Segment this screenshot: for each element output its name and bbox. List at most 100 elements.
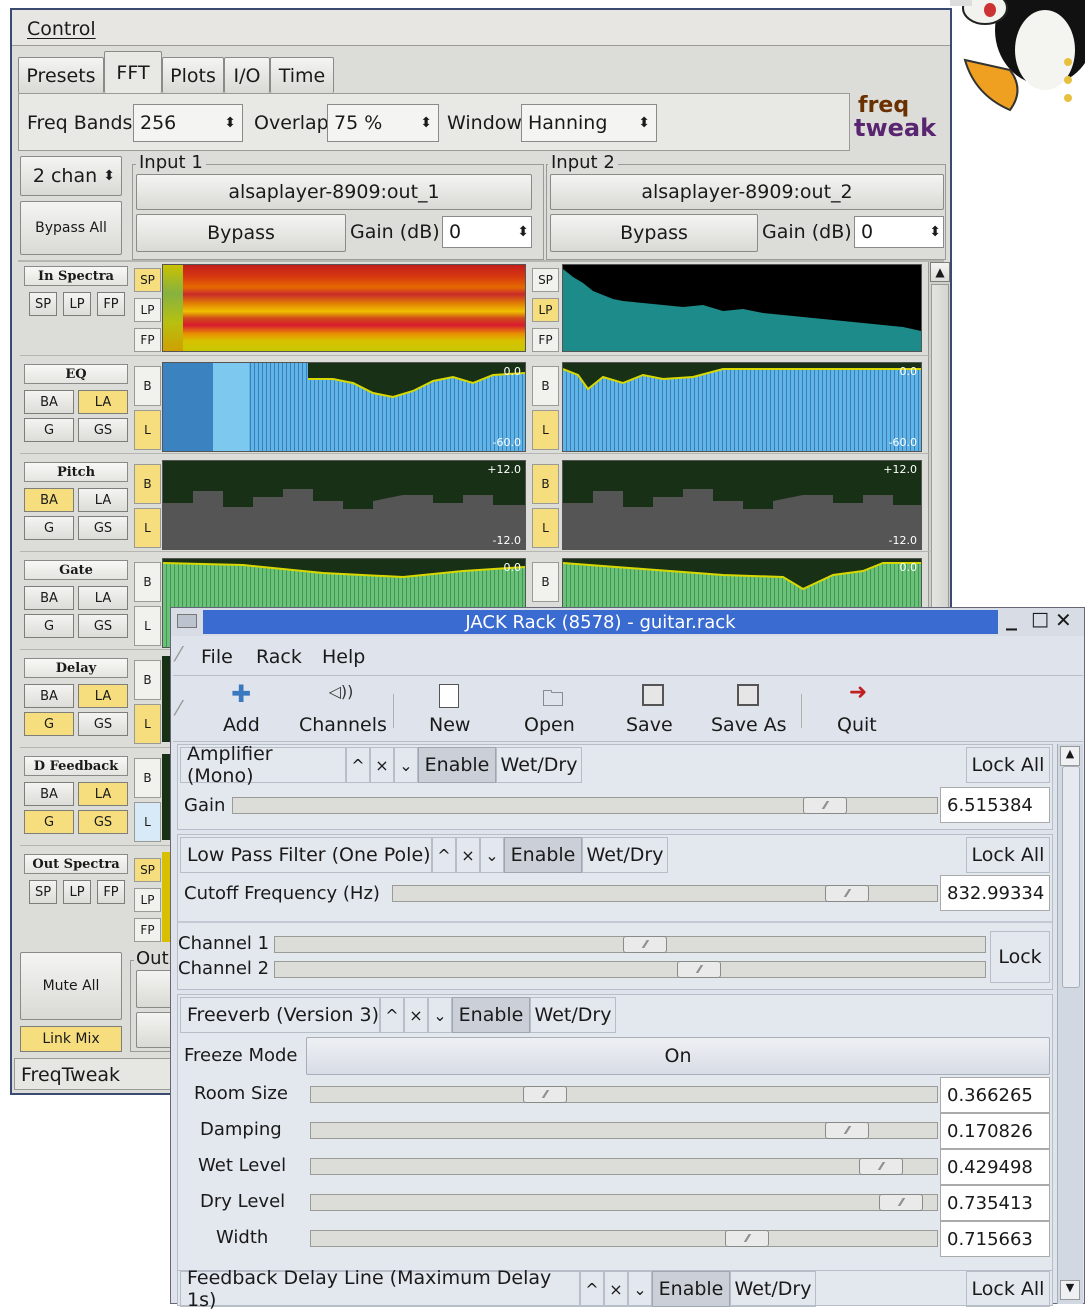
save-as-button[interactable]: Save As [703, 680, 793, 738]
cutoff-value[interactable]: 832.99334 [940, 875, 1050, 911]
maximize-icon[interactable]: □ [1031, 608, 1049, 630]
delay1-b-tag[interactable]: B [134, 660, 161, 700]
in1-sp-tag[interactable]: SP [134, 268, 161, 292]
move-up-icon[interactable]: ^ [346, 747, 370, 783]
wet-level-slider[interactable]: ⁄⁄⁄ [310, 1158, 938, 1175]
eq2-b-tag[interactable]: B [532, 366, 559, 406]
eq-ba-button[interactable]: BA [24, 390, 74, 414]
width-value[interactable]: 0.715663 [940, 1221, 1050, 1257]
input1-bypass-button[interactable]: Bypass [136, 214, 346, 252]
pitch1-b-tag[interactable]: B [134, 464, 161, 504]
wetdry-toggle[interactable]: Wet/Dry [496, 747, 582, 783]
menu-rack[interactable]: Rack [256, 646, 302, 668]
scroll-up-icon[interactable]: ▲ [930, 262, 950, 282]
eq-la-button[interactable]: LA [78, 390, 128, 414]
enable-toggle[interactable]: Enable [418, 747, 496, 783]
input1-port-button[interactable]: alsaplayer-8909:out_1 [136, 174, 532, 210]
in2-fp-tag[interactable]: FP [532, 328, 559, 352]
move-down-icon[interactable]: ⌄ [628, 1271, 652, 1307]
slider-thumb[interactable]: ⁄⁄⁄ [879, 1194, 923, 1211]
menu-file[interactable]: File [201, 646, 233, 668]
delay-g-button[interactable]: G [24, 712, 74, 736]
enable-toggle[interactable]: Enable [504, 837, 582, 873]
gate-ba-button[interactable]: BA [24, 586, 74, 610]
spin-arrows-icon[interactable]: ⬍ [517, 224, 529, 240]
delay-ba-button[interactable]: BA [24, 684, 74, 708]
wet-level-value[interactable]: 0.429498 [940, 1149, 1050, 1185]
slider-thumb[interactable]: ⁄⁄⁄ [859, 1158, 903, 1175]
room-size-value[interactable]: 0.366265 [940, 1077, 1050, 1113]
spin-arrows-icon[interactable]: ⬍ [638, 115, 650, 131]
eq1-l-tag[interactable]: L [134, 410, 161, 450]
minimize-icon[interactable]: _ [1006, 606, 1017, 631]
slider-thumb[interactable]: ⁄⁄⁄ [825, 1122, 869, 1139]
window-menu-icon[interactable] [177, 614, 197, 628]
delay-la-button[interactable]: LA [78, 684, 128, 708]
channels-button[interactable]: ◁)) Channels [291, 680, 391, 738]
move-down-icon[interactable]: ⌄ [480, 837, 504, 873]
move-down-icon[interactable]: ⌄ [394, 747, 418, 783]
wetdry-toggle[interactable]: Wet/Dry [530, 997, 616, 1033]
move-up-icon[interactable]: ^ [432, 837, 456, 873]
out1-lp-tag[interactable]: LP [134, 888, 161, 912]
remove-icon[interactable]: × [370, 747, 394, 783]
eq2-l-tag[interactable]: L [532, 410, 559, 450]
lock-all-toggle[interactable]: Lock All [966, 1271, 1050, 1307]
rack-scrollbar[interactable]: ▲ ▼ [1057, 744, 1083, 1304]
tab-fft[interactable]: FFT [104, 51, 162, 93]
in-spectra-sp-button[interactable]: SP [29, 292, 57, 316]
window-select[interactable]: Hanning ⬍ [521, 104, 657, 142]
channel1-slider[interactable]: ⁄⁄⁄ [274, 936, 986, 953]
remove-icon[interactable]: × [456, 837, 480, 873]
gain-value[interactable]: 6.515384 [940, 787, 1050, 823]
gain-slider[interactable]: ⁄⁄⁄ [232, 797, 938, 814]
save-button[interactable]: Save [618, 680, 688, 738]
slider-thumb[interactable]: ⁄⁄⁄ [825, 885, 869, 902]
delay-gs-button[interactable]: GS [78, 712, 128, 736]
in2-lp-tag[interactable]: LP [532, 298, 559, 322]
eq-gs-button[interactable]: GS [78, 418, 128, 442]
gate1-b-tag[interactable]: B [134, 562, 161, 602]
gate-g-button[interactable]: G [24, 614, 74, 638]
pitch-ba-button[interactable]: BA [24, 488, 74, 512]
out-spectra-fp-button[interactable]: FP [97, 880, 125, 904]
in-spectra-fp-button[interactable]: FP [97, 292, 125, 316]
pitch2-b-tag[interactable]: B [532, 464, 559, 504]
cutoff-slider[interactable]: ⁄⁄⁄ [392, 885, 938, 902]
move-down-icon[interactable]: ⌄ [428, 997, 452, 1033]
tab-presets[interactable]: Presets [18, 57, 104, 93]
delay1-l-tag[interactable]: L [134, 704, 161, 744]
input2-port-button[interactable]: alsaplayer-8909:out_2 [550, 174, 944, 210]
pitch-la-button[interactable]: LA [78, 488, 128, 512]
out1-fp-tag[interactable]: FP [134, 918, 161, 942]
freq-bands-spinner[interactable]: 256 ⬍ [133, 104, 243, 142]
freeze-mode-toggle[interactable]: On [306, 1037, 1050, 1075]
spin-arrows-icon[interactable]: ⬍ [929, 224, 941, 240]
enable-toggle[interactable]: Enable [452, 997, 530, 1033]
pitch2-l-tag[interactable]: L [532, 508, 559, 548]
tab-time[interactable]: Time [270, 57, 334, 93]
in2-sp-tag[interactable]: SP [532, 268, 559, 292]
slider-thumb[interactable]: ⁄⁄⁄ [803, 797, 847, 814]
move-up-icon[interactable]: ^ [580, 1271, 604, 1307]
scroll-down-icon[interactable]: ▼ [1060, 1280, 1080, 1300]
mute-all-button[interactable]: Mute All [20, 952, 122, 1020]
remove-icon[interactable]: × [604, 1271, 628, 1307]
input2-gain-input[interactable]: 0 ⬍ [854, 216, 944, 248]
dfeedback-la-button[interactable]: LA [78, 782, 128, 806]
link-mix-button[interactable]: Link Mix [20, 1026, 122, 1052]
input1-gain-input[interactable]: 0 ⬍ [442, 216, 532, 248]
eq-g-button[interactable]: G [24, 418, 74, 442]
pitch-gs-button[interactable]: GS [78, 516, 128, 540]
scroll-up-icon[interactable]: ▲ [1060, 746, 1080, 766]
room-size-slider[interactable]: ⁄⁄⁄ [310, 1086, 938, 1103]
out-spectra-lp-button[interactable]: LP [63, 880, 91, 904]
control-menu[interactable]: Control [27, 18, 96, 40]
dfeedback1-l-tag[interactable]: L [134, 802, 161, 842]
lock-all-toggle[interactable]: Lock All [966, 747, 1050, 783]
enable-toggle[interactable]: Enable [652, 1271, 730, 1307]
damping-slider[interactable]: ⁄⁄⁄ [310, 1122, 938, 1139]
spin-arrows-icon[interactable]: ⬍ [103, 168, 115, 184]
in1-fp-tag[interactable]: FP [134, 328, 161, 352]
overlap-spinner[interactable]: 75 % ⬍ [327, 104, 439, 142]
